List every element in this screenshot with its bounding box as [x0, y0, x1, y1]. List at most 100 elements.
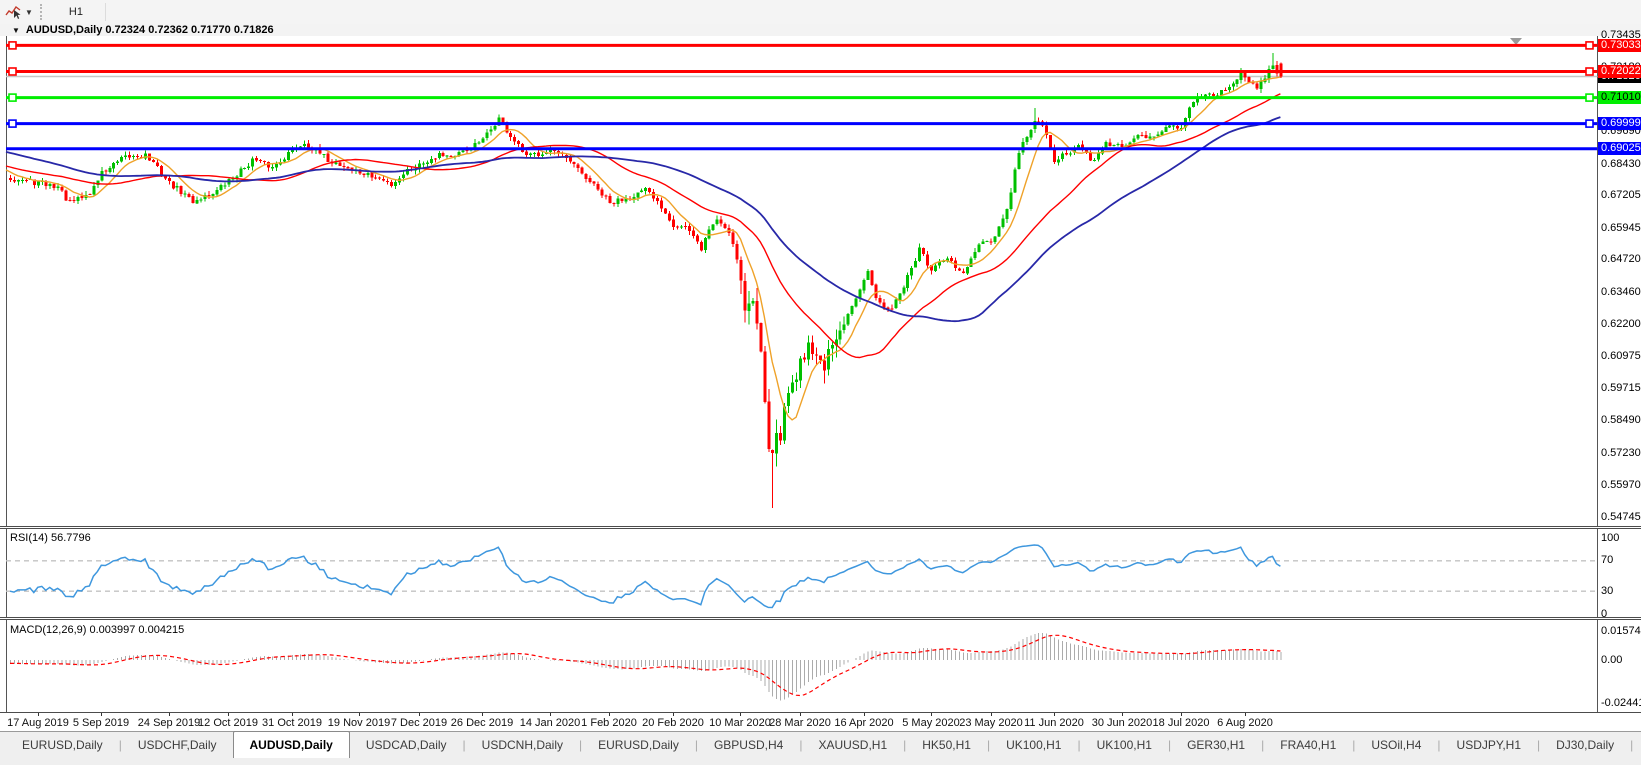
line-handle	[9, 42, 16, 49]
date-label: 23 May 2020	[959, 717, 1023, 729]
price-tick: 0.58490	[1601, 414, 1641, 427]
date-label: 12 Oct 2019	[198, 717, 258, 729]
rsi-tick: 100	[1601, 532, 1619, 545]
chart-tab-eurusd-daily[interactable]: EURUSD,Daily	[6, 733, 119, 758]
hline-price-tag: 0.73033	[1598, 39, 1641, 52]
macd-label: MACD(12,26,9) 0.003997 0.004215	[10, 624, 184, 636]
date-tick	[609, 713, 610, 716]
date-label: 1 Feb 2020	[581, 717, 637, 729]
date-tick	[800, 713, 801, 716]
time-axis: 17 Aug 20195 Sep 201924 Sep 201912 Oct 2…	[0, 712, 1641, 731]
candles	[9, 53, 1282, 508]
date-label: 20 Feb 2020	[642, 717, 704, 729]
price-tick: 0.63460	[1601, 286, 1641, 299]
line-handle	[9, 94, 16, 101]
chart-tabs: EURUSD,Daily|USDCHF,DailyAUDUSD,DailyUSD…	[6, 732, 1641, 758]
date-tick	[740, 713, 741, 716]
date-label: 30 Jun 2020	[1092, 717, 1153, 729]
price-tick: 0.68430	[1601, 158, 1641, 171]
macd-chart-canvas[interactable]	[0, 620, 1641, 712]
collapse-triangle-icon[interactable]: ▼	[12, 26, 20, 35]
price-tick: 0.67205	[1601, 189, 1641, 202]
timeframe-button-h1[interactable]: H1	[54, 3, 98, 21]
rsi-line	[10, 545, 1280, 608]
date-label: 6 Aug 2020	[1217, 717, 1273, 729]
date-tick	[1054, 713, 1055, 716]
chart-tab-eurusd-daily[interactable]: EURUSD,Daily	[582, 733, 695, 758]
date-label: 11 Jun 2020	[1024, 717, 1084, 729]
rsi-chart-canvas[interactable]	[0, 529, 1641, 617]
date-tick	[482, 713, 483, 716]
macd-tick: 0.00	[1601, 654, 1622, 667]
date-label: 24 Sep 2019	[138, 717, 200, 729]
price-tick: 0.62200	[1601, 318, 1641, 331]
hline-price-tag: 0.69999	[1598, 117, 1641, 130]
chart-tab-gbpusd-h4[interactable]: GBPUSD,H4	[698, 733, 799, 758]
trading-platform-window: ▼ M1M5M15M30H1H4D1W1MN ▼ AUDUSD,Daily 0.…	[0, 0, 1641, 765]
date-tick	[101, 713, 102, 716]
date-label: 26 Dec 2019	[451, 717, 513, 729]
price-tick: 0.59715	[1601, 382, 1641, 395]
chart-tab-usoil-h4[interactable]: USOil,H4	[1355, 733, 1437, 758]
chart-tab-uk100-h1[interactable]: UK100,H1	[1081, 733, 1168, 758]
date-label: 28 Mar 2020	[769, 717, 831, 729]
price-tick: 0.60975	[1601, 350, 1641, 363]
chart-cursor-icon[interactable]	[3, 3, 23, 21]
chart-tab-uk100-h1[interactable]: UK100,H1	[990, 733, 1077, 758]
chart-tab-xauusd-h1[interactable]: XAUUSD,H1	[802, 733, 903, 758]
rsi-tick: 70	[1601, 554, 1613, 567]
date-tick	[292, 713, 293, 716]
date-tick	[38, 713, 39, 716]
chart-tab-ger30-h1[interactable]: GER30,H1	[1171, 733, 1261, 758]
fast-ma	[6, 77, 1280, 420]
chart-tab-usdcnh-daily[interactable]: USDCNH,Daily	[466, 733, 579, 758]
line-handle	[1586, 94, 1593, 101]
toolbar-separator	[105, 3, 106, 21]
date-label: 17 Aug 2019	[7, 717, 69, 729]
chart-tab-china300-h1[interactable]: CHINA300,H1	[1633, 733, 1641, 758]
chart-tab-fra40-h1[interactable]: FRA40,H1	[1264, 733, 1352, 758]
rsi-tick: 30	[1601, 585, 1613, 598]
price-tick: 0.64720	[1601, 253, 1641, 266]
line-handle	[9, 120, 16, 127]
price-chart-canvas[interactable]	[0, 36, 1641, 526]
date-label: 7 Dec 2019	[391, 717, 447, 729]
date-tick	[419, 713, 420, 716]
date-tick	[1181, 713, 1182, 716]
date-tick	[1122, 713, 1123, 716]
hline-price-tag: 0.69025	[1598, 142, 1641, 155]
hline-price-tag: 0.72022	[1598, 65, 1641, 78]
line-handle	[1586, 68, 1593, 75]
date-tick	[169, 713, 170, 716]
line-handle	[9, 68, 16, 75]
chart-tab-usdchf-daily[interactable]: USDCHF,Daily	[122, 733, 233, 758]
macd-histogram	[11, 633, 1281, 701]
price-tick: 0.54745	[1601, 511, 1641, 524]
date-label: 10 Mar 2020	[709, 717, 771, 729]
date-label: 5 May 2020	[902, 717, 959, 729]
timeframe-toolbar: ▼ M1M5M15M30H1H4D1W1MN	[0, 0, 1641, 25]
chart-tab-audusd-daily[interactable]: AUDUSD,Daily	[233, 731, 350, 758]
date-label: 16 Apr 2020	[834, 717, 893, 729]
date-tick	[673, 713, 674, 716]
chevron-down-icon[interactable]: ▼	[25, 8, 33, 17]
price-tick: 0.65945	[1601, 222, 1641, 235]
chart-tab-usdjpy-h1[interactable]: USDJPY,H1	[1441, 733, 1537, 758]
price-tick: 0.57230	[1601, 447, 1641, 460]
date-tick	[228, 713, 229, 716]
rsi-label: RSI(14) 56.7796	[10, 532, 91, 544]
line-handle	[1586, 120, 1593, 127]
hline-price-tag: 0.71010	[1598, 91, 1641, 104]
chart-tab-dj30-daily[interactable]: DJ30,Daily	[1540, 733, 1630, 758]
chart-tabs-bar: EURUSD,Daily|USDCHF,DailyAUDUSD,DailyUSD…	[0, 731, 1641, 765]
price-tick: 0.55970	[1601, 479, 1641, 492]
chart-tab-hk50-h1[interactable]: HK50,H1	[906, 733, 987, 758]
toolbar-grip	[40, 4, 46, 20]
chart-tab-usdcad-daily[interactable]: USDCAD,Daily	[350, 733, 463, 758]
date-label: 19 Nov 2019	[328, 717, 390, 729]
date-label: 14 Jan 2020	[520, 717, 581, 729]
line-handle	[1586, 42, 1593, 49]
rsi-tick: 0	[1601, 608, 1607, 621]
macd-tick: 0.015741	[1601, 625, 1641, 638]
date-label: 18 Jul 2020	[1153, 717, 1210, 729]
